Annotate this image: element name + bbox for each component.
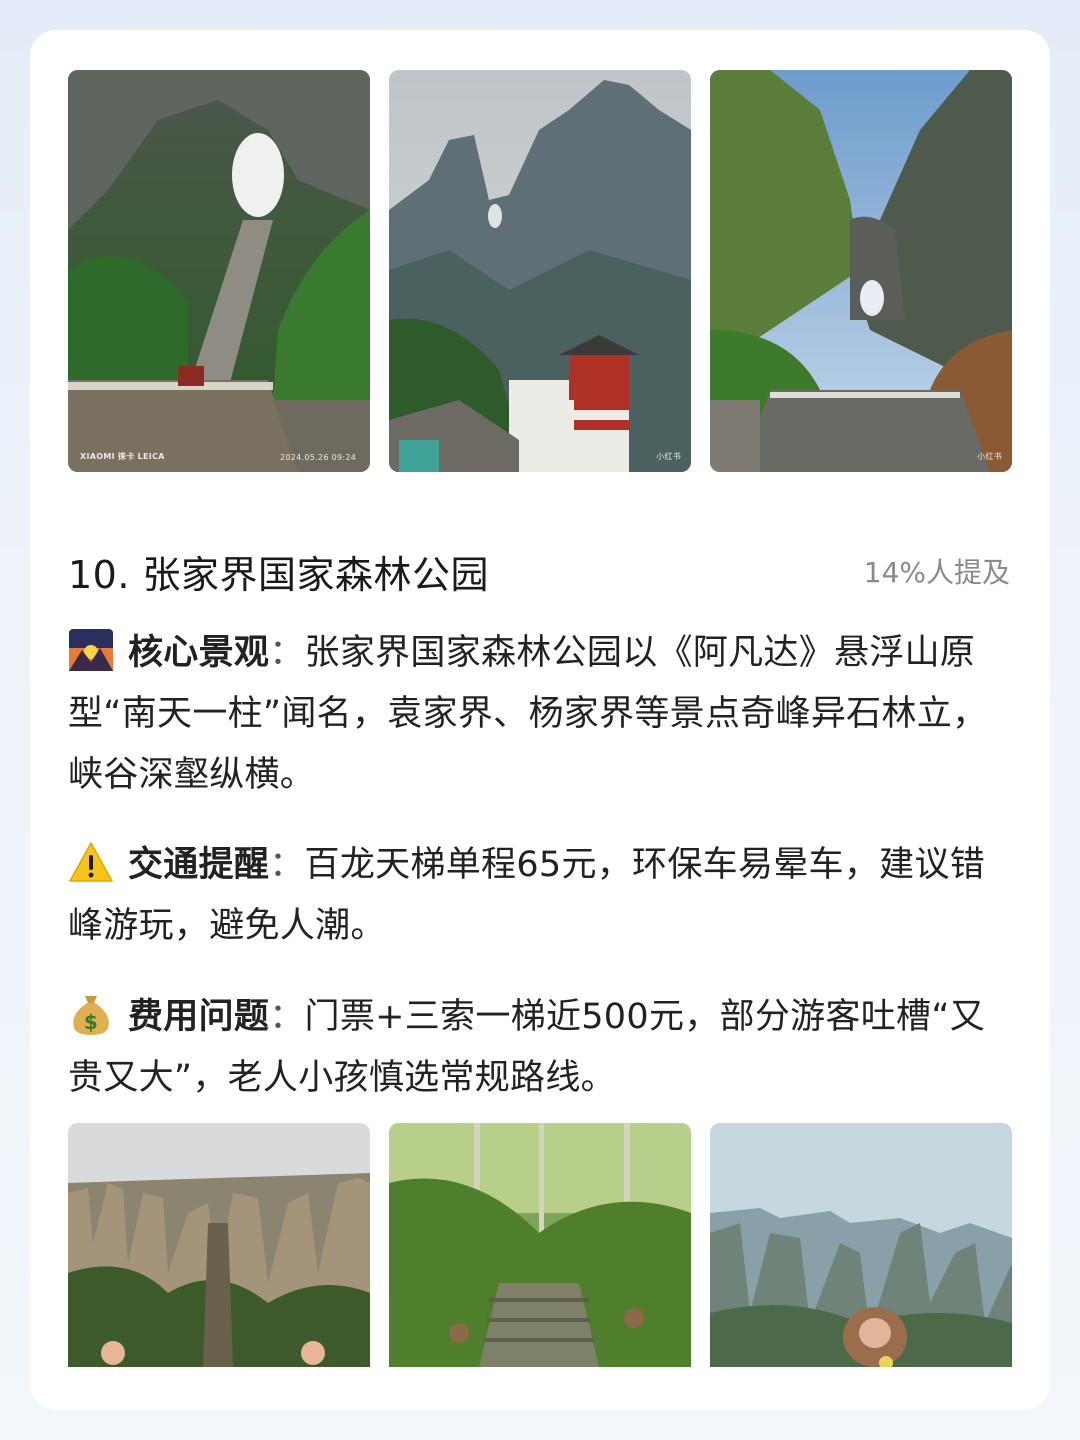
page-title: 10. 张家界国家森林公园 [68, 552, 490, 597]
tianmen-cave-photo[interactable]: 小红书 [710, 70, 1012, 472]
mention-percentage: 14%人提及 [863, 556, 1010, 589]
section-separator: ： [269, 997, 305, 1037]
section-label: 核心景观 [128, 633, 270, 673]
section-label: 费用问题 [128, 997, 270, 1037]
post-card: XIAOMI 徕卡 LEICA 2024.05.26 09:24 小红书 小红书… [30, 30, 1050, 1410]
mountain-temple-photo[interactable]: 小红书 [389, 70, 691, 472]
section-transport-tip: 交通提醒：百龙天梯单程65元，环保车易晕车，建议错峰游玩，避免人潮。 [68, 835, 1018, 957]
top-photo-gallery: XIAOMI 徕卡 LEICA 2024.05.26 09:24 小红书 小红书 [68, 70, 1012, 472]
section-core-scenery: 核心景观：张家界国家森林公园以《阿凡达》悬浮山原型“南天一柱”闻名，袁家界、杨家… [68, 623, 1018, 806]
section-label: 交通提醒 [128, 845, 270, 885]
photo-watermark: 小红书 [977, 452, 1002, 461]
forest-steps-monkeys-photo[interactable] [389, 1123, 691, 1367]
bottom-photo-gallery [68, 1123, 1012, 1367]
section-separator: ： [269, 633, 305, 673]
svg-text:$: $ [84, 1010, 98, 1034]
photo-watermark: 小红书 [656, 452, 681, 461]
warning-icon [68, 840, 114, 884]
monkey-peaks-photo[interactable] [710, 1123, 1012, 1367]
photo-watermark-brand: XIAOMI 徕卡 LEICA [80, 452, 165, 461]
section-separator: ： [269, 845, 305, 885]
section-cost-issue: $ 费用问题：门票+三索一梯近500元，部分游客吐槽“又贵又大”，老人小孩慎选常… [68, 987, 1018, 1109]
sunrise-mountain-icon [68, 628, 114, 672]
money-bag-icon: $ [68, 992, 114, 1036]
tianmen-stairs-photo[interactable]: XIAOMI 徕卡 LEICA 2024.05.26 09:24 [68, 70, 370, 472]
sandstone-peaks-photo[interactable] [68, 1123, 370, 1367]
section-header: 10. 张家界国家森林公园 14%人提及 [68, 545, 1010, 597]
photo-watermark-date: 2024.05.26 09:24 [280, 453, 357, 462]
